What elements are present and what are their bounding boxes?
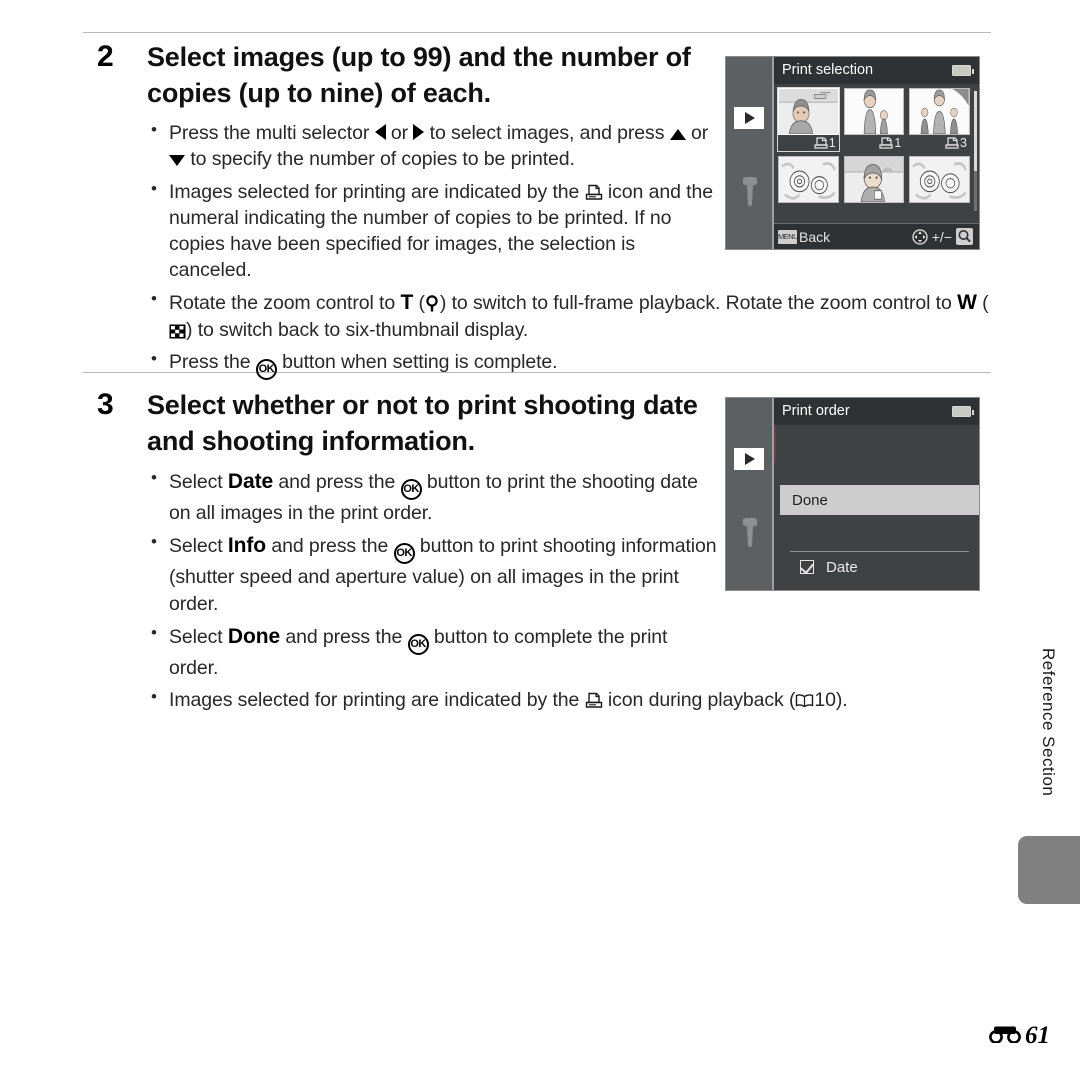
- print-selection-screenshot: Print selection 1 1 3 MENU Back +/−: [725, 56, 980, 250]
- manual-page: 2 Select images (up to 99) and the numbe…: [0, 0, 1080, 1080]
- book-reference-icon: [796, 693, 814, 708]
- triangle-up-icon: [669, 129, 686, 141]
- ok-button-icon: OK: [255, 359, 277, 381]
- checkbox-unchecked-icon[interactable]: [800, 590, 814, 591]
- print-order-icon: [945, 136, 959, 149]
- zoom-label: W: [957, 291, 977, 314]
- list-item: Rotate the zoom control to T () to switc…: [147, 288, 1003, 343]
- screen-title: Print selection: [782, 62, 874, 78]
- menu-item-date[interactable]: Date: [780, 552, 979, 582]
- copy-count: 1: [844, 135, 905, 151]
- list-item: Press the multi selector or to select im…: [147, 119, 717, 172]
- menu-item-info[interactable]: Info: [780, 582, 979, 591]
- list-item[interactable]: 1: [843, 88, 905, 151]
- screen-title-bar: Print order: [774, 398, 979, 425]
- menu-list: Done Date Info: [780, 425, 979, 590]
- copy-count: [844, 203, 905, 219]
- zoom-label: Date: [227, 470, 274, 494]
- camera-screen-body: Print order Done Date Info: [774, 398, 979, 590]
- section-side-label: Reference Section: [1039, 648, 1058, 797]
- thumbnail-image[interactable]: [843, 156, 905, 203]
- list-item: Select Info and press the OK button to p…: [147, 531, 717, 616]
- copy-count: 3: [909, 135, 970, 151]
- section-thumb-tab: [1018, 836, 1080, 904]
- camera-menu-sidebar: [726, 398, 774, 590]
- triangle-left-icon: [374, 124, 386, 141]
- print-order-screenshot: Print order Done Date Info: [725, 397, 980, 591]
- plus-minus-label: +/−: [931, 228, 952, 245]
- zoom-label: Done: [227, 624, 281, 648]
- page-marker: 61: [989, 1022, 1050, 1050]
- menu-key-icon[interactable]: MENU: [778, 229, 799, 244]
- list-item[interactable]: 1: [777, 87, 840, 152]
- copy-count: [909, 203, 970, 219]
- thumbnail-grid: 1 1 3: [777, 84, 970, 219]
- menu-row-empty: [780, 455, 979, 485]
- screen-title-bar: Print selection: [774, 57, 979, 84]
- menu-accent-line: [774, 425, 776, 463]
- triangle-down-icon: [169, 155, 185, 167]
- thumbnail-image[interactable]: [778, 156, 839, 203]
- list-item: Images selected for printing are indicat…: [147, 686, 1003, 713]
- battery-full-icon: [952, 406, 974, 417]
- list-item[interactable]: 3: [909, 88, 970, 151]
- playback-icon[interactable]: [734, 448, 764, 470]
- step-3-heading: Select whether or not to print shooting …: [147, 390, 698, 456]
- zoom-label: T: [400, 291, 414, 314]
- list-item: Select Done and press the OK button to c…: [147, 622, 717, 681]
- thumbnail-image[interactable]: [909, 88, 970, 135]
- magnifier-key-icon[interactable]: [956, 228, 973, 245]
- wrench-setup-icon[interactable]: [739, 517, 761, 553]
- camera-menu-sidebar: [726, 57, 774, 249]
- print-order-icon: [585, 184, 602, 200]
- triangle-right-icon: [413, 124, 425, 141]
- wrench-setup-icon[interactable]: [739, 176, 761, 212]
- ok-button-icon: OK: [407, 633, 429, 655]
- battery-full-icon: [952, 65, 974, 76]
- menu-row-empty: [780, 515, 979, 545]
- screen-title: Print order: [782, 403, 850, 419]
- copy-count: [778, 203, 839, 219]
- list-item[interactable]: [909, 156, 970, 219]
- ok-button-icon: OK: [393, 543, 415, 565]
- e-mark-icon: [989, 1025, 1023, 1048]
- list-item: Select Date and press the OK button to p…: [147, 467, 717, 526]
- list-item[interactable]: [843, 156, 905, 219]
- playback-icon[interactable]: [734, 107, 764, 129]
- thumbnail-image[interactable]: [778, 88, 839, 135]
- copy-count: 1: [778, 135, 839, 151]
- print-order-icon: [814, 136, 828, 149]
- zoom-label: Info: [227, 534, 267, 558]
- checkbox-checked-icon[interactable]: [800, 560, 814, 574]
- top-divider: [83, 32, 991, 33]
- print-order-icon: [585, 692, 602, 708]
- multi-selector-icon: [912, 228, 928, 245]
- step-3-number: 3: [97, 388, 114, 421]
- step-2-number: 2: [97, 40, 114, 73]
- footer-right-group: +/−: [912, 228, 973, 245]
- scrollbar[interactable]: [974, 91, 977, 211]
- menu-item-done[interactable]: Done: [780, 485, 979, 515]
- thumbnail-image[interactable]: [843, 88, 905, 135]
- thumbnail-grid-icon: [169, 324, 186, 339]
- camera-screen-body: Print selection 1 1 3 MENU Back +/−: [774, 57, 979, 249]
- screen-footer: MENU Back +/−: [774, 223, 979, 249]
- step-2-heading: Select images (up to 99) and the number …: [147, 42, 691, 108]
- page-number: 61: [1025, 1022, 1050, 1049]
- magnifier-icon: [426, 295, 438, 312]
- print-order-icon: [879, 136, 893, 149]
- thumbnail-image[interactable]: [909, 156, 970, 203]
- ok-button-icon: OK: [400, 479, 422, 501]
- menu-row-empty: [780, 425, 979, 455]
- list-item: Press the OK button when setting is comp…: [147, 348, 1003, 381]
- list-item: Images selected for printing are indicat…: [147, 178, 717, 284]
- list-item[interactable]: [778, 156, 839, 219]
- back-label[interactable]: Back: [799, 229, 830, 245]
